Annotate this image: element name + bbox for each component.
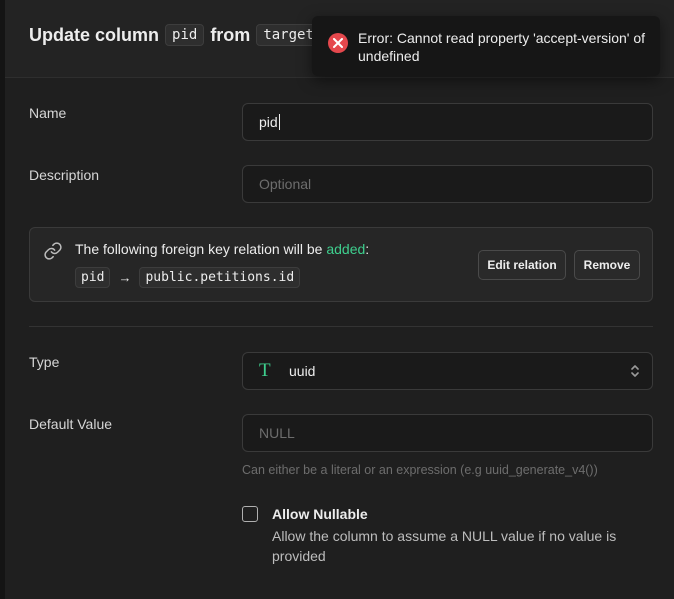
- link-icon: [43, 241, 63, 266]
- fk-status-word: added: [326, 241, 366, 257]
- fk-text-after: :: [365, 241, 370, 257]
- default-value-label: Default Value: [29, 416, 113, 432]
- error-x-icon: [328, 33, 348, 53]
- description-placeholder: Optional: [259, 176, 312, 192]
- column-name-chip: pid: [165, 24, 205, 46]
- chevron-up-down-icon: [630, 363, 640, 382]
- toast-message: Error: Cannot read property 'accept-vers…: [358, 30, 646, 64]
- fk-relation-path: pid → public.petitions.id: [75, 267, 301, 288]
- page-title: Update column pid from targets: [29, 24, 330, 46]
- allow-nullable-description: Allow the column to assume a NULL value …: [272, 528, 617, 564]
- default-value-hint: Can either be a literal or an expression…: [242, 463, 598, 477]
- arrow-right-icon: →: [118, 270, 132, 285]
- text-type-icon: T: [259, 360, 271, 381]
- name-input-value: pid: [259, 114, 278, 130]
- description-input[interactable]: Optional: [242, 165, 653, 203]
- edit-relation-button[interactable]: Edit relation: [478, 250, 566, 280]
- section-divider: [29, 326, 653, 327]
- type-label: Type: [29, 354, 60, 370]
- foreign-key-box: The following foreign key relation will …: [29, 227, 653, 302]
- name-input[interactable]: pid: [242, 103, 653, 141]
- error-toast[interactable]: Error: Cannot read property 'accept-vers…: [312, 16, 660, 76]
- default-value-input[interactable]: NULL: [242, 414, 653, 452]
- type-select-value: uuid: [289, 363, 316, 379]
- description-label: Description: [29, 167, 100, 183]
- default-value-placeholder: NULL: [259, 425, 295, 441]
- title-prefix: Update column: [29, 24, 160, 45]
- fk-target-column: public.petitions.id: [139, 267, 301, 288]
- fk-source-column: pid: [75, 267, 111, 288]
- title-from: from: [210, 24, 251, 45]
- type-select[interactable]: T uuid: [242, 352, 653, 390]
- fk-text-before: The following foreign key relation will …: [75, 241, 323, 257]
- allow-nullable-checkbox[interactable]: [242, 506, 258, 522]
- allow-nullable-title: Allow Nullable: [272, 506, 368, 522]
- name-label: Name: [29, 105, 67, 121]
- text-caret: [278, 114, 280, 130]
- foreign-key-text: The following foreign key relation will …: [75, 241, 369, 257]
- remove-relation-button[interactable]: Remove: [574, 250, 640, 280]
